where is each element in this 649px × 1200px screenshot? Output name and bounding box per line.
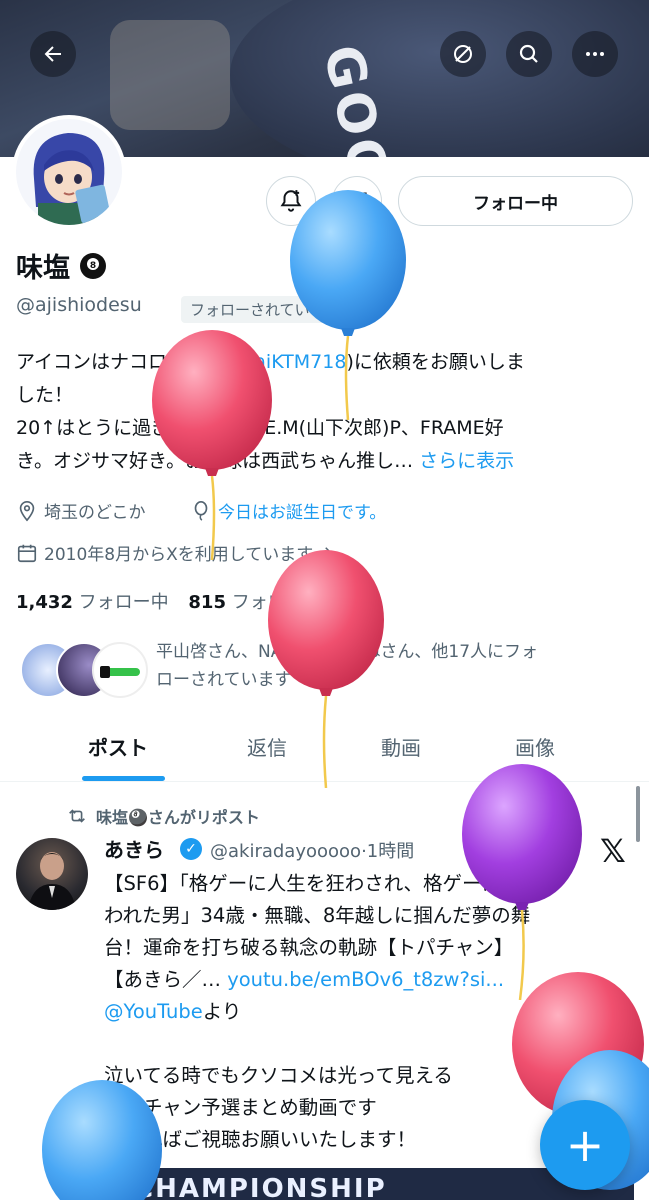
tab-videos[interactable]: 動画 xyxy=(381,732,421,761)
bio-text: 20↑はとうに過ぎました。S.E.M(山下次郎)P、FRAME好 xyxy=(16,417,504,439)
following-count-link[interactable]: 1,432 フォロー中 xyxy=(16,592,169,613)
tab-replies[interactable]: 返信 xyxy=(247,732,287,761)
followers-label: フォロワー xyxy=(231,592,322,613)
post-text: より xyxy=(202,1000,242,1023)
birthday-row: 今日はお誕生日です。 xyxy=(190,498,386,523)
birthday-text: 今日はお誕生日です。 xyxy=(218,503,387,523)
repost-icon xyxy=(69,809,85,823)
verified-badge-icon: ✓ xyxy=(180,838,202,860)
follows-you-badge: フォローされています xyxy=(181,296,349,323)
bio-text: アイコンはナコロ様( xyxy=(16,351,194,373)
following-button[interactable]: フォロー中 xyxy=(398,176,633,226)
profile-avatar[interactable] xyxy=(12,115,126,229)
post-text: われた男」34歳・無職、8年越しに掴んだ夢の舞 xyxy=(104,904,531,927)
balloon-icon xyxy=(194,500,208,521)
show-more-link[interactable]: さらに表示 xyxy=(419,450,514,472)
x-logo-icon: 𝕏 xyxy=(600,832,626,870)
back-button[interactable] xyxy=(30,31,76,77)
post-time: ·1時間 xyxy=(361,841,415,862)
bio-mention-link[interactable]: @kouraiKTM718 xyxy=(193,351,346,373)
search-button[interactable] xyxy=(506,31,552,77)
arrow-left-icon xyxy=(44,46,61,62)
chat-bubble-icon xyxy=(347,192,367,212)
bio-text: )に依頼をお願いしま xyxy=(346,351,525,373)
notification-bell-button[interactable] xyxy=(266,176,316,226)
verified-slash-button[interactable] xyxy=(440,31,486,77)
following-label: フォロー中 xyxy=(78,592,169,613)
tab-posts[interactable]: ポスト xyxy=(88,732,148,761)
profile-handle: @ajishiodesu xyxy=(16,294,142,316)
bio-text: き。オジサマ好き。お野球は西武ちゃん推し… xyxy=(16,450,414,472)
location-text: 埼玉のどこか xyxy=(44,503,146,523)
follow-counts: 1,432 フォロー中 815 フォロワー xyxy=(16,588,322,614)
message-button[interactable] xyxy=(332,176,382,226)
followers-count: 815 xyxy=(188,592,226,613)
youtube-link[interactable]: youtu.be/emBOv6_t8zw?si... xyxy=(227,968,504,991)
avatar xyxy=(92,642,148,698)
profile-name: 味塩 8 xyxy=(16,246,107,285)
followed-by-text[interactable]: 平山啓さん、NAOさん、ぽねさん、他17人にフォ ローされています xyxy=(156,638,626,694)
post-author-avatar[interactable] xyxy=(16,838,88,910)
compose-post-button[interactable]: + xyxy=(540,1100,630,1190)
joined-text: 2010年8月からXを利用しています xyxy=(44,545,314,565)
calendar-icon xyxy=(17,544,37,562)
bell-plus-icon xyxy=(280,190,302,212)
post-author-name[interactable]: あきら xyxy=(104,834,164,863)
profile-tabs: ポスト 返信 動画 画像 xyxy=(0,720,649,782)
followed-by-line: 平山啓さん、NAOさん、ぽねさん、他17人にフォ xyxy=(156,642,539,662)
post-author-meta: @akiradayooooo·1時間 xyxy=(210,837,414,863)
chevron-right-icon xyxy=(325,546,333,559)
verified-slash-icon xyxy=(454,45,472,63)
followed-by-line: ローされています xyxy=(156,670,292,690)
followed-by-avatars[interactable] xyxy=(20,642,148,698)
location-row: 埼玉のどこか xyxy=(16,498,146,523)
display-name: 味塩 xyxy=(16,253,70,284)
repost-indicator: 味塩🎱さんがリポスト xyxy=(66,804,260,828)
post-text: 【あきら／… xyxy=(104,968,228,991)
repost-text: 味塩🎱さんがリポスト xyxy=(96,808,260,827)
location-pin-icon xyxy=(19,500,35,521)
more-icon xyxy=(586,52,604,56)
followers-count-link[interactable]: 815 フォロワー xyxy=(188,592,321,613)
joined-row[interactable]: 2010年8月からXを利用しています xyxy=(16,540,337,565)
bio-text: した！ xyxy=(16,384,74,406)
eight-ball-icon: 8 xyxy=(80,253,107,279)
search-icon xyxy=(519,44,538,63)
banner-cap xyxy=(230,0,649,157)
youtube-mention-link[interactable]: @YouTube xyxy=(104,1000,203,1023)
following-count: 1,432 xyxy=(16,592,73,613)
post-text: 台！運命を打ち破る執念の軌跡【トパチャン】 xyxy=(104,936,514,959)
avatar-illustration xyxy=(16,119,122,225)
more-button[interactable] xyxy=(572,31,618,77)
post-author-handle[interactable]: @akiradayooooo xyxy=(210,841,361,862)
post-text: 泣いてる時でもクソコメは光って見える xyxy=(104,1064,453,1087)
tab-images[interactable]: 画像 xyxy=(515,732,555,761)
card-title: CHAMPIONSHIP xyxy=(134,1174,387,1200)
banner-bottle xyxy=(110,20,230,130)
svg-text:8: 8 xyxy=(90,261,96,271)
active-tab-indicator xyxy=(82,776,165,781)
profile-bio: アイコンはナコロ様(@kouraiKTM718)に依頼をお願いしま した！ 20… xyxy=(16,346,636,478)
post-text: 【SF6】「格ゲーに人生を狂わされ、格ゲーに救 xyxy=(104,872,521,895)
scrollbar[interactable] xyxy=(636,786,640,842)
